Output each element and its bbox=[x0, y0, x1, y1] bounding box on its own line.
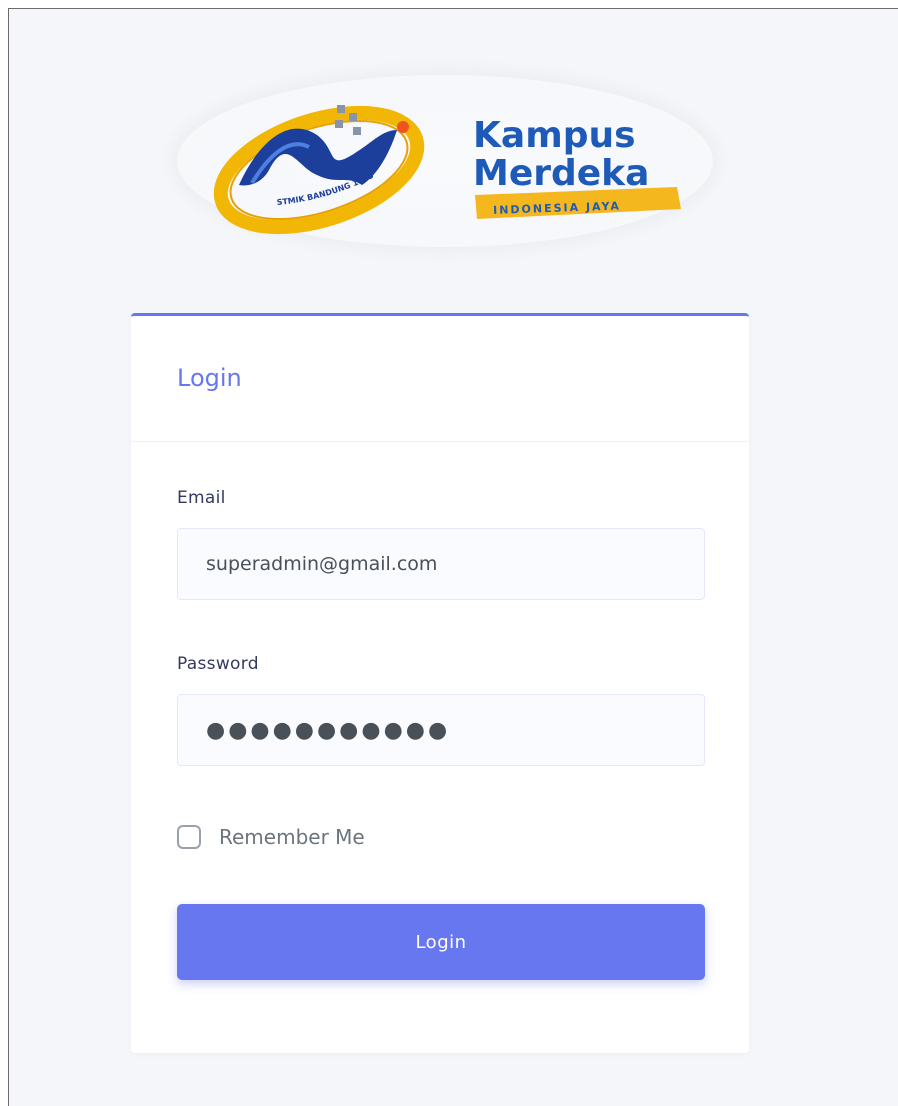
merdeka-text: Merdeka bbox=[473, 153, 649, 194]
page-background: STMIK BANDUNG 1993 Kampus Merdeka INDONE… bbox=[8, 8, 898, 1106]
login-card-header: Login bbox=[131, 316, 749, 442]
password-input[interactable]: ●●●●●●●●●●● bbox=[177, 694, 705, 766]
email-input[interactable] bbox=[177, 528, 705, 600]
password-label: Password bbox=[177, 654, 259, 674]
logo-banner: STMIK BANDUNG 1993 Kampus Merdeka INDONE… bbox=[177, 75, 713, 247]
stmik-bandung-logo: STMIK BANDUNG 1993 bbox=[213, 105, 425, 235]
login-button[interactable]: Login bbox=[177, 904, 705, 980]
password-masked-value: ●●●●●●●●●●● bbox=[206, 717, 451, 743]
logo-banner-art: STMIK BANDUNG 1993 Kampus Merdeka INDONE… bbox=[213, 105, 681, 235]
remember-me-checkbox[interactable] bbox=[177, 825, 201, 849]
email-label: Email bbox=[177, 488, 226, 508]
login-card-title: Login bbox=[177, 364, 242, 392]
remember-me-label[interactable]: Remember Me bbox=[219, 825, 365, 849]
kampus-merdeka-logo: Kampus Merdeka INDONESIA JAYA bbox=[473, 115, 681, 219]
remember-me[interactable]: Remember Me bbox=[177, 822, 365, 852]
login-card: Login Email Password ●●●●●●●●●●● Remembe… bbox=[131, 313, 749, 1053]
kampus-text: Kampus bbox=[473, 115, 636, 156]
